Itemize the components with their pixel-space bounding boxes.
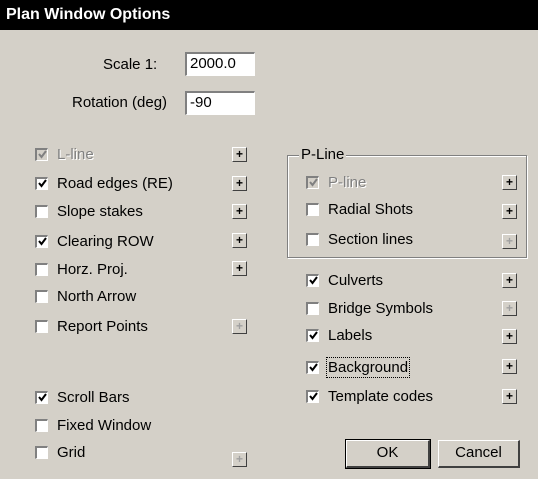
road-edges-label: Road edges (RE)	[57, 174, 173, 192]
title-bar: Plan Window Options	[0, 0, 538, 30]
section-lines-label: Section lines	[328, 230, 414, 248]
lline-plus-button[interactable]: +	[232, 147, 247, 162]
bridge-symbols-label: Bridge Symbols	[328, 299, 434, 317]
grid-option[interactable]: Grid	[35, 442, 85, 462]
fixed-window-option[interactable]: Fixed Window	[35, 415, 151, 435]
culverts-label: Culverts	[328, 271, 384, 289]
clearing-row-plus-button[interactable]: +	[232, 233, 247, 248]
labels-option[interactable]: Labels	[306, 325, 372, 345]
grid-label: Grid	[57, 443, 86, 461]
culverts-checkbox[interactable]	[306, 273, 319, 287]
report-points-label: Report Points	[57, 317, 148, 335]
section-lines-plus-button[interactable]: +	[502, 234, 517, 249]
road-edges-option[interactable]: Road edges (RE)	[35, 173, 173, 193]
section-lines-checkbox[interactable]	[306, 232, 319, 246]
pline-option[interactable]: P-line	[306, 172, 366, 192]
fixed-window-label: Fixed Window	[57, 416, 152, 434]
template-codes-option[interactable]: Template codes	[306, 386, 433, 406]
road-edges-checkbox[interactable]	[35, 176, 48, 190]
radial-shots-checkbox[interactable]	[306, 202, 319, 216]
bridge-symbols-option[interactable]: Bridge Symbols	[306, 298, 433, 318]
slope-stakes-checkbox[interactable]	[35, 204, 48, 218]
labels-label: Labels	[328, 326, 373, 344]
north-arrow-label: North Arrow	[57, 287, 137, 305]
grid-checkbox[interactable]	[35, 445, 48, 459]
slope-stakes-label: Slope stakes	[57, 202, 143, 220]
report-points-plus-button[interactable]: +	[232, 319, 247, 334]
radial-shots-option[interactable]: Radial Shots	[306, 199, 413, 219]
report-points-option[interactable]: Report Points	[35, 316, 148, 336]
road-edges-plus-button[interactable]: +	[232, 176, 247, 191]
scale-input[interactable]: 2000.0	[185, 52, 255, 76]
horz-proj-plus-button[interactable]: +	[232, 261, 247, 276]
background-option[interactable]: Background	[306, 356, 411, 378]
lline-checkbox[interactable]	[35, 147, 48, 161]
north-arrow-option[interactable]: North Arrow	[35, 286, 136, 306]
template-codes-checkbox[interactable]	[306, 389, 319, 403]
lline-label: L-line	[57, 145, 94, 163]
horz-proj-label: Horz. Proj.	[57, 260, 128, 278]
pline-group-title: P-Line	[299, 146, 347, 164]
scroll-bars-label: Scroll Bars	[57, 388, 130, 406]
window-title: Plan Window Options	[6, 6, 171, 23]
cancel-button[interactable]: Cancel	[438, 440, 520, 468]
north-arrow-checkbox[interactable]	[35, 289, 48, 303]
grid-plus-button[interactable]: +	[232, 452, 247, 467]
bridge-symbols-checkbox[interactable]	[306, 301, 319, 315]
fixed-window-checkbox[interactable]	[35, 418, 48, 432]
background-plus-button[interactable]: +	[502, 359, 517, 374]
horz-proj-option[interactable]: Horz. Proj.	[35, 259, 128, 279]
horz-proj-checkbox[interactable]	[35, 262, 48, 276]
pline-plus-button[interactable]: +	[502, 175, 517, 190]
scroll-bars-option[interactable]: Scroll Bars	[35, 387, 130, 407]
background-label: Background	[325, 356, 411, 378]
radial-shots-plus-button[interactable]: +	[502, 204, 517, 219]
radial-shots-label: Radial Shots	[328, 200, 414, 218]
slope-stakes-option[interactable]: Slope stakes	[35, 201, 143, 221]
labels-checkbox[interactable]	[306, 328, 319, 342]
bridge-symbols-plus-button[interactable]: +	[502, 301, 517, 316]
clearing-row-option[interactable]: Clearing ROW	[35, 231, 154, 251]
ok-button[interactable]: OK	[345, 439, 431, 469]
clearing-row-label: Clearing ROW	[57, 232, 154, 250]
culverts-plus-button[interactable]: +	[502, 273, 517, 288]
pline-label: P-line	[328, 173, 367, 191]
report-points-checkbox[interactable]	[35, 319, 48, 333]
rotation-label: Rotation (deg)	[72, 94, 168, 111]
rotation-input[interactable]: -90	[185, 91, 255, 115]
pline-checkbox[interactable]	[306, 175, 319, 189]
scroll-bars-checkbox[interactable]	[35, 390, 48, 404]
clearing-row-checkbox[interactable]	[35, 234, 48, 248]
template-codes-label: Template codes	[328, 387, 434, 405]
background-checkbox[interactable]	[306, 360, 319, 374]
lline-option[interactable]: L-line	[35, 144, 94, 164]
section-lines-option[interactable]: Section lines	[306, 229, 413, 249]
labels-plus-button[interactable]: +	[502, 329, 517, 344]
slope-stakes-plus-button[interactable]: +	[232, 204, 247, 219]
culverts-option[interactable]: Culverts	[306, 270, 383, 290]
scale-label: Scale 1:	[103, 56, 158, 73]
template-codes-plus-button[interactable]: +	[502, 389, 517, 404]
